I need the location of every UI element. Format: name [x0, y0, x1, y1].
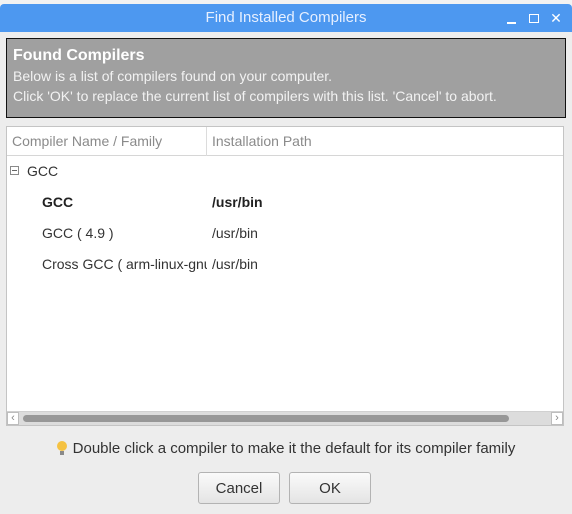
compiler-row[interactable]: GCC ( 4.9 ) /usr/bin	[7, 219, 563, 247]
scroll-right-icon[interactable]: ›	[551, 412, 563, 425]
title-bar[interactable]: Find Installed Compilers ✕	[0, 4, 572, 32]
lightbulb-icon	[56, 441, 67, 455]
compiler-name: Cross GCC ( arm-linux-gnueabihf )	[42, 256, 207, 272]
horizontal-scrollbar[interactable]: ‹ ›	[7, 411, 563, 425]
compiler-name: GCC ( 4.9 )	[42, 225, 114, 241]
compiler-row[interactable]: GCC /usr/bin	[7, 188, 563, 216]
scroll-left-icon[interactable]: ‹	[7, 412, 19, 425]
header-description-1: Below is a list of compilers found on yo…	[13, 68, 333, 84]
tree-header: Compiler Name / Family Installation Path	[7, 127, 563, 156]
column-header-name[interactable]: Compiler Name / Family	[7, 127, 207, 156]
hint-text-container: Double click a compiler to make it the d…	[0, 438, 572, 460]
header-panel: Found Compilers Below is a list of compi…	[6, 38, 566, 118]
hint-text: Double click a compiler to make it the d…	[72, 440, 516, 457]
compiler-path: /usr/bin	[212, 194, 263, 210]
minimize-button[interactable]	[504, 10, 520, 26]
window-title: Find Installed Compilers	[205, 9, 367, 26]
ok-button[interactable]: OK	[289, 472, 371, 504]
compiler-path: /usr/bin	[212, 225, 258, 241]
compiler-row[interactable]: Cross GCC ( arm-linux-gnueabihf ) /usr/b…	[7, 250, 563, 278]
header-description-2: Click 'OK' to replace the current list o…	[13, 88, 497, 104]
collapse-icon[interactable]	[10, 166, 19, 175]
scrollbar-thumb[interactable]	[23, 415, 509, 422]
compilers-tree[interactable]: Compiler Name / Family Installation Path…	[6, 126, 564, 426]
compiler-path: /usr/bin	[212, 256, 258, 272]
column-header-path[interactable]: Installation Path	[207, 127, 563, 156]
family-name: GCC	[27, 163, 59, 179]
header-title: Found Compilers	[13, 47, 145, 64]
family-row-gcc[interactable]: GCC	[7, 157, 563, 185]
close-button[interactable]: ✕	[548, 10, 564, 26]
maximize-button[interactable]	[526, 10, 542, 26]
cancel-button[interactable]: Cancel	[198, 472, 280, 504]
find-compilers-dialog: Found Compilers Below is a list of compi…	[0, 32, 572, 514]
compiler-name: GCC	[42, 194, 74, 210]
